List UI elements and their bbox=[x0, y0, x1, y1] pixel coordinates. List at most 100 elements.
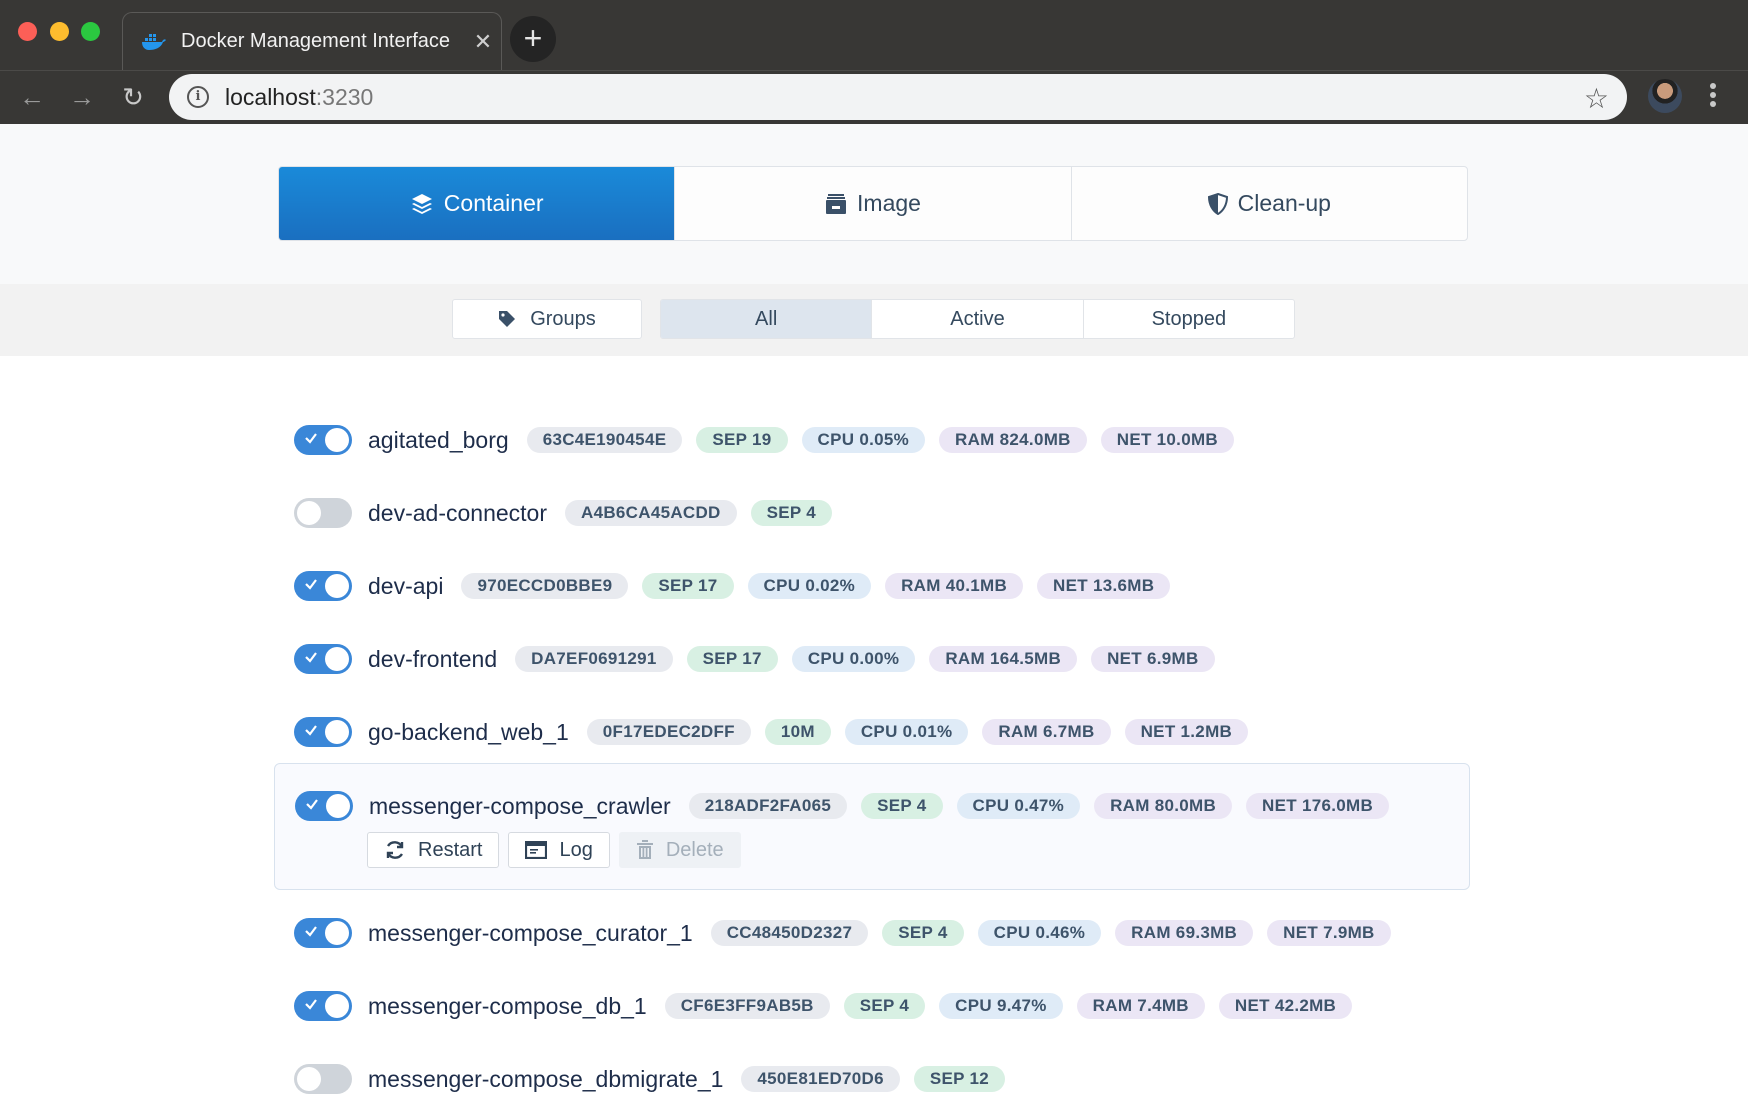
window-zoom-button[interactable] bbox=[81, 22, 100, 41]
new-tab-button[interactable]: + bbox=[510, 16, 556, 62]
archive-icon bbox=[825, 193, 847, 215]
ram-badge: RAM 7.4MB bbox=[1076, 993, 1205, 1019]
container-name[interactable]: messenger-compose_db_1 bbox=[368, 993, 647, 1020]
tag-icon bbox=[498, 310, 516, 328]
container-name[interactable]: messenger-compose_crawler bbox=[369, 793, 671, 820]
created-date-badge: SEP 12 bbox=[913, 1066, 1006, 1092]
cpu-badge: CPU 0.47% bbox=[956, 793, 1081, 819]
window-minimize-button[interactable] bbox=[50, 22, 69, 41]
container-id-badge: A4B6CA45ACDD bbox=[565, 500, 737, 526]
forward-arrow-icon[interactable]: → bbox=[64, 79, 100, 115]
container-id-badge: 218ADF2FA065 bbox=[688, 793, 848, 819]
header-band: Container Image Clean-up bbox=[0, 124, 1748, 284]
container-toggle[interactable] bbox=[294, 644, 352, 674]
filter-active[interactable]: Active bbox=[872, 300, 1084, 338]
back-arrow-icon[interactable]: ← bbox=[14, 79, 50, 115]
container-name[interactable]: go-backend_web_1 bbox=[368, 719, 569, 746]
container-toggle[interactable] bbox=[294, 1064, 352, 1094]
check-icon bbox=[304, 431, 318, 450]
tab-image-label: Image bbox=[857, 190, 921, 216]
status-filter: All Active Stopped bbox=[660, 299, 1295, 339]
log-button[interactable]: Log bbox=[508, 832, 610, 868]
container-toggle[interactable] bbox=[294, 425, 352, 455]
toggle-knob bbox=[325, 428, 349, 452]
ram-badge: RAM 164.5MB bbox=[929, 646, 1078, 672]
container-row-messenger-compose_crawler[interactable]: messenger-compose_crawler 218ADF2FA065 S… bbox=[274, 763, 1470, 890]
delete-button[interactable]: Delete bbox=[618, 832, 741, 868]
created-date-badge: SEP 4 bbox=[882, 920, 964, 946]
cpu-badge: CPU 0.05% bbox=[801, 427, 926, 453]
layers-icon bbox=[410, 192, 434, 216]
site-info-icon[interactable]: i bbox=[187, 86, 209, 108]
delete-label: Delete bbox=[665, 838, 724, 861]
log-label: Log bbox=[559, 838, 593, 861]
close-tab-icon[interactable]: ✕ bbox=[465, 29, 501, 55]
container-row-line: go-backend_web_1 0F17EDEC2DFF 10M CPU 0.… bbox=[294, 712, 1262, 752]
check-icon bbox=[304, 997, 318, 1016]
reload-icon[interactable]: ↻ bbox=[115, 79, 151, 115]
check-icon bbox=[304, 650, 318, 669]
container-name[interactable]: messenger-compose_curator_1 bbox=[368, 920, 693, 947]
address-port: :3230 bbox=[315, 83, 374, 110]
created-date-badge: SEP 17 bbox=[642, 573, 734, 599]
address-bar[interactable]: i localhost:3230 ☆ bbox=[169, 74, 1627, 120]
ram-badge: RAM 40.1MB bbox=[885, 573, 1024, 599]
container-name[interactable]: dev-ad-connector bbox=[368, 500, 547, 527]
net-badge: NET 6.9MB bbox=[1091, 646, 1215, 672]
net-badge: NET 176.0MB bbox=[1246, 793, 1390, 819]
restart-button[interactable]: Restart bbox=[367, 832, 500, 868]
groups-label: Groups bbox=[530, 307, 596, 330]
container-row-line: dev-frontend DA7EF0691291 SEP 17 CPU 0.0… bbox=[294, 639, 1229, 679]
cpu-badge: CPU 9.47% bbox=[939, 993, 1063, 1019]
net-badge: NET 13.6MB bbox=[1037, 573, 1171, 599]
container-toggle[interactable] bbox=[294, 571, 352, 601]
window-close-button[interactable] bbox=[18, 22, 37, 41]
created-date-badge: 10M bbox=[764, 719, 831, 745]
cpu-badge: CPU 0.01% bbox=[844, 719, 969, 745]
container-toggle[interactable] bbox=[294, 918, 352, 948]
terminal-window-icon bbox=[525, 841, 548, 859]
container-row-line: dev-api 970ECCD0BBE9 SEP 17 CPU 0.02% RA… bbox=[294, 566, 1184, 606]
created-date-badge: SEP 19 bbox=[696, 427, 788, 453]
tab-title: Docker Management Interface bbox=[181, 30, 451, 52]
net-badge: NET 42.2MB bbox=[1218, 993, 1353, 1019]
tab-image[interactable]: Image bbox=[675, 167, 1072, 240]
cpu-badge: CPU 0.46% bbox=[977, 920, 1102, 946]
container-name[interactable]: agitated_borg bbox=[368, 427, 509, 454]
container-toggle[interactable] bbox=[295, 791, 353, 821]
page: Container Image Clean-up Groups All Acti… bbox=[0, 124, 1748, 1102]
check-icon bbox=[305, 797, 319, 816]
tab-container-label: Container bbox=[443, 190, 544, 216]
created-date-badge: SEP 4 bbox=[750, 500, 833, 526]
container-toggle[interactable] bbox=[294, 991, 352, 1021]
created-date-badge: SEP 4 bbox=[843, 993, 926, 1019]
tab-clean-up[interactable]: Clean-up bbox=[1072, 167, 1467, 240]
bookmark-star-icon[interactable]: ☆ bbox=[1584, 82, 1609, 115]
container-toggle[interactable] bbox=[294, 717, 352, 747]
container-name[interactable]: dev-frontend bbox=[368, 646, 497, 673]
restart-label: Restart bbox=[418, 838, 483, 861]
browser-toolbar: ← → ↻ i localhost:3230 ☆ bbox=[0, 70, 1748, 124]
container-toggle[interactable] bbox=[294, 498, 352, 528]
container-row-line: messenger-compose_db_1 CF6E3FF9AB5B SEP … bbox=[294, 986, 1366, 1026]
browser-tab[interactable]: Docker Management Interface ✕ bbox=[122, 12, 502, 70]
check-icon bbox=[304, 723, 318, 742]
main-tabs: Container Image Clean-up bbox=[278, 166, 1468, 241]
filter-all[interactable]: All bbox=[661, 300, 873, 338]
ram-badge: RAM 6.7MB bbox=[982, 719, 1111, 745]
groups-button[interactable]: Groups bbox=[452, 299, 642, 339]
container-row-line: messenger-compose_crawler 218ADF2FA065 S… bbox=[295, 786, 1403, 826]
container-id-badge: 63C4E190454E bbox=[526, 427, 683, 453]
tab-container[interactable]: Container bbox=[279, 167, 676, 240]
container-row-line: agitated_borg 63C4E190454E SEP 19 CPU 0.… bbox=[294, 420, 1248, 460]
container-id-badge: 970ECCD0BBE9 bbox=[461, 573, 629, 599]
filter-stopped[interactable]: Stopped bbox=[1084, 300, 1294, 338]
created-date-badge: SEP 4 bbox=[861, 793, 943, 819]
profile-avatar[interactable] bbox=[1648, 79, 1682, 113]
container-name[interactable]: dev-api bbox=[368, 573, 443, 600]
container-name[interactable]: messenger-compose_dbmigrate_1 bbox=[368, 1066, 723, 1093]
browser-menu-icon[interactable] bbox=[1706, 81, 1720, 111]
toggle-knob bbox=[326, 794, 350, 818]
toggle-knob bbox=[325, 574, 349, 598]
docker-whale-icon bbox=[141, 33, 167, 51]
